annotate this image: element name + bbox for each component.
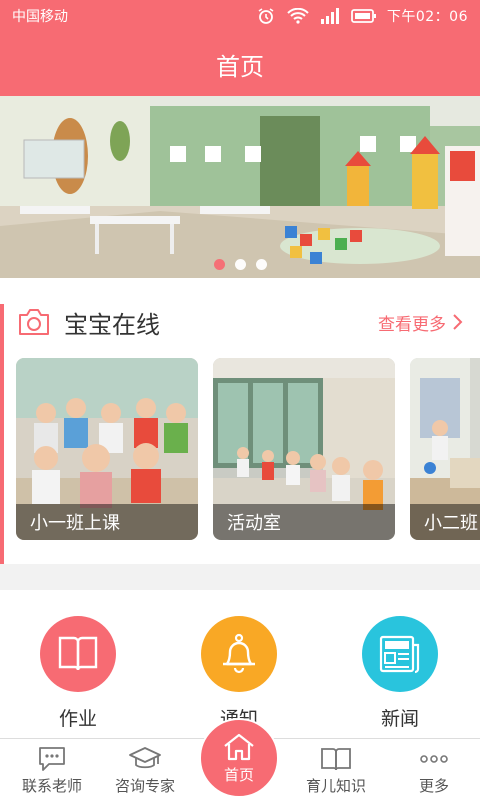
clock: 下午02：06	[386, 9, 468, 25]
open-book-icon	[321, 748, 351, 771]
notice-icon-circle[interactable]	[201, 616, 277, 692]
bell-icon	[223, 633, 255, 674]
graduation-cap-icon	[129, 747, 161, 769]
classroom-banner-image	[0, 96, 480, 278]
tab-more[interactable]: 更多	[386, 739, 480, 800]
title-bar: 首页	[0, 32, 480, 96]
chevron-right-icon	[453, 314, 463, 330]
signal-icon	[320, 8, 339, 24]
chat-icon	[39, 747, 65, 771]
alarm-icon	[258, 8, 274, 24]
homework-label: 作业	[58, 708, 97, 730]
carousel-dot-3[interactable]	[255, 259, 267, 270]
camera-card-label: 小一班上课	[16, 504, 198, 540]
camera-card-label: 活动室	[213, 504, 395, 540]
tab-label: 育儿知识	[305, 777, 366, 795]
section-title: 宝宝在线	[64, 310, 160, 339]
page-title: 首页	[216, 52, 264, 81]
camera-card-list[interactable]: 小一班上课 活动室 小二班	[16, 358, 480, 540]
camera-card-label: 小二班	[410, 504, 480, 540]
camera-card[interactable]: 小一班上课	[16, 358, 198, 540]
wifi-icon	[287, 8, 309, 24]
section-header: 宝宝在线 查看更多	[16, 302, 464, 342]
tab-label: 联系老师	[21, 777, 82, 795]
carousel-dot-2[interactable]	[234, 259, 246, 270]
tab-parenting-knowledge[interactable]: 育儿知识	[288, 739, 384, 800]
camera-card[interactable]: 活动室	[213, 358, 395, 540]
tab-home[interactable]: 首页	[199, 718, 279, 798]
tab-contact-teacher[interactable]: 联系老师	[4, 739, 100, 800]
homework-icon-circle[interactable]	[40, 616, 116, 692]
homework-entry[interactable]: 作业	[8, 616, 148, 731]
view-more-link[interactable]: 查看更多	[378, 310, 464, 335]
carousel-indicator	[0, 259, 480, 270]
camera-card[interactable]: 小二班	[410, 358, 480, 540]
notice-entry[interactable]: 通知	[169, 616, 309, 731]
news-icon-circle[interactable]	[362, 616, 438, 692]
tab-label: 更多	[418, 777, 449, 795]
carousel-dot-1[interactable]	[213, 259, 225, 270]
carrier-name: 中国移动	[12, 9, 68, 25]
baby-online-section: 宝宝在线 查看更多 小一班上课 活动室 小二班	[0, 278, 480, 564]
tab-label: 咨询专家	[114, 777, 175, 795]
view-more-label: 查看更多	[378, 314, 446, 335]
banner-carousel[interactable]	[0, 96, 480, 278]
section-accent-bar	[0, 304, 4, 564]
tab-label: 首页	[223, 765, 254, 784]
news-entry[interactable]: 新闻	[330, 616, 470, 731]
home-icon	[224, 733, 254, 760]
news-icon	[379, 635, 420, 674]
tab-ask-expert[interactable]: 咨询专家	[97, 739, 193, 800]
battery-icon	[350, 9, 376, 23]
more-dots-icon	[420, 755, 448, 763]
book-icon	[58, 636, 98, 671]
news-label: 新闻	[380, 708, 419, 730]
camera-icon	[19, 309, 49, 335]
status-bar: 中国移动 下午02：06	[0, 0, 480, 32]
